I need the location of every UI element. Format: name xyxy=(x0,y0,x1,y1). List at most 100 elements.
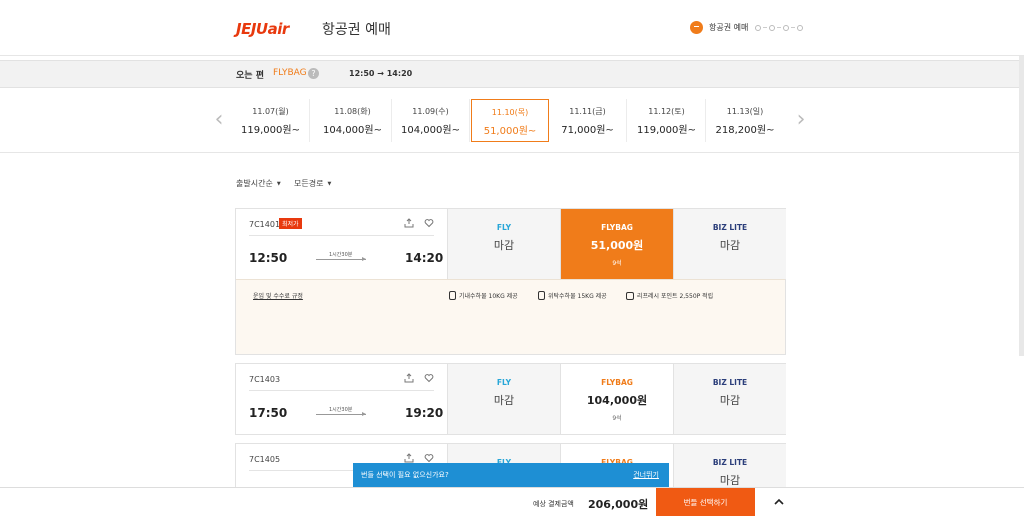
feature-text: 리프레시 포인트 2,550P 적립 xyxy=(637,293,714,300)
share-icon[interactable] xyxy=(404,218,414,228)
step-indicator: 항공권 예매 xyxy=(690,21,804,34)
help-icon[interactable]: ? xyxy=(308,68,319,79)
date-price: 218,200원~ xyxy=(715,125,775,136)
flight-info: 7C1403 17:50 1시간30분 19:20 xyxy=(236,364,447,434)
fare-fly[interactable]: FLY 마감 xyxy=(447,209,560,279)
date-label: 11.09(수) xyxy=(412,107,449,116)
date-price: 104,000원~ xyxy=(401,125,460,136)
flight-number: 7C1405 xyxy=(249,455,281,464)
duration-arrow xyxy=(316,412,366,416)
points-icon xyxy=(626,291,634,300)
fare-name: FLY xyxy=(496,223,512,232)
step-dot xyxy=(755,24,762,31)
date-tab[interactable]: 11.12(토) 119,000원~ xyxy=(628,99,706,142)
select-bundle-button[interactable]: 번들 선택하기 xyxy=(656,488,755,516)
date-price: 119,000원~ xyxy=(637,125,696,136)
fare-price: 마감 xyxy=(719,474,741,487)
fare-biz-lite[interactable]: BIZ LITE 마감 xyxy=(673,364,786,434)
fare-flybag[interactable]: FLYBAG 104,000원 9석 xyxy=(560,364,673,434)
date-label: 11.10(목) xyxy=(491,108,529,117)
heart-icon[interactable] xyxy=(424,218,434,228)
date-label: 11.08(화) xyxy=(334,107,371,116)
chevron-up-icon[interactable] xyxy=(773,496,785,508)
fare-price: 마감 xyxy=(493,239,515,252)
date-tab[interactable]: 11.07(월) 119,000원~ xyxy=(232,99,310,142)
suitcase-icon xyxy=(538,291,545,300)
date-price: 104,000원~ xyxy=(323,125,382,136)
return-time: 12:50 → 14:20 xyxy=(349,69,413,78)
share-icon[interactable] xyxy=(404,373,414,383)
arrival-time: 19:20 xyxy=(405,406,444,420)
fare-price: 마감 xyxy=(493,394,515,407)
bottom-bar: 예상 결제금액 206,000원 번들 선택하기 xyxy=(0,487,1024,516)
date-label: 11.07(월) xyxy=(252,107,289,116)
feature-text: 기내수하물 10KG 제공 xyxy=(459,293,518,300)
return-flight-bar: 오는 편 FLYBAG ? 12:50 → 14:20 xyxy=(0,60,1024,88)
flight-duration: 1시간30분 xyxy=(329,252,353,258)
fare-detail-panel: 운임 및 수수료 규정 기내수하물 10KG 제공 위탁수하물 15KG 제공 … xyxy=(236,279,785,354)
feature-carryon: 기내수하물 10KG 제공 xyxy=(449,291,518,300)
feature-text: 위탁수하물 15KG 제공 xyxy=(548,293,607,300)
heart-icon[interactable] xyxy=(424,453,434,463)
step-label: 항공권 예매 xyxy=(709,23,749,32)
arrival-time: 14:20 xyxy=(405,251,444,265)
fare-name: FLYBAG xyxy=(601,223,633,232)
page-title: 항공권 예매 xyxy=(322,22,391,38)
duration-arrow xyxy=(316,257,366,261)
date-tab-selected[interactable]: 11.10(목) 51,000원~ xyxy=(471,99,549,142)
date-price: 119,000원~ xyxy=(241,125,300,136)
fare-fly[interactable]: FLY 마감 xyxy=(447,364,560,434)
flight-number: 7C1401 xyxy=(249,220,281,229)
step-dots xyxy=(755,24,804,31)
feature-checked: 위탁수하물 15KG 제공 xyxy=(538,291,607,300)
chevron-left-icon[interactable]: ‹ xyxy=(212,107,226,133)
fare-price: 마감 xyxy=(719,394,741,407)
fare-seats: 9석 xyxy=(612,260,622,267)
feature-points: 리프레시 포인트 2,550P 적립 xyxy=(626,291,713,300)
flight-info: 7C1401 최저가 12:50 1시간30분 14:20 xyxy=(236,209,447,279)
total-value: 206,000원 xyxy=(588,498,649,511)
lowest-price-badge: 최저가 xyxy=(279,218,302,229)
return-label: 오는 편 xyxy=(236,71,264,81)
date-tab[interactable]: 11.13(일) 218,200원~ xyxy=(706,99,784,142)
fare-name: FLY xyxy=(496,378,512,387)
fare-price: 51,000원 xyxy=(590,239,644,252)
date-tab[interactable]: 11.11(금) 71,000원~ xyxy=(549,99,627,142)
date-label: 11.11(금) xyxy=(569,107,606,116)
step-dot xyxy=(797,24,804,31)
divider xyxy=(249,390,434,391)
heart-icon[interactable] xyxy=(424,373,434,383)
date-selector: ‹ 11.07(월) 119,000원~ 11.08(화) 104,000원~ … xyxy=(0,89,1024,153)
flight-card: 7C1401 최저가 12:50 1시간30분 14:20 FLY 마감 FLY… xyxy=(235,208,786,355)
fare-name: BIZ LITE xyxy=(712,458,748,467)
return-fare-type: FLYBAG xyxy=(273,68,307,78)
baggage-icon xyxy=(449,291,456,300)
total-label: 예상 결제금액 xyxy=(533,500,574,508)
scrollbar[interactable] xyxy=(1019,56,1024,356)
skip-link[interactable]: 건너뛰기 xyxy=(633,470,659,480)
date-tab[interactable]: 11.08(화) 104,000원~ xyxy=(314,99,392,142)
fare-name: BIZ LITE xyxy=(712,223,748,232)
route-filter-dropdown[interactable]: 모든경로 xyxy=(294,178,331,189)
divider xyxy=(249,235,434,236)
fare-price: 104,000원 xyxy=(586,394,648,407)
step-active-icon xyxy=(690,21,703,34)
fare-biz-lite[interactable]: BIZ LITE 마감 xyxy=(673,209,786,279)
jejuair-logo[interactable]: JEJUair xyxy=(236,20,289,38)
fare-name: FLYBAG xyxy=(601,378,633,387)
departure-time: 17:50 xyxy=(249,406,288,420)
flight-number: 7C1403 xyxy=(249,375,281,384)
departure-time: 12:50 xyxy=(249,251,288,265)
sort-order-dropdown[interactable]: 출발시간순 xyxy=(236,178,281,189)
flight-duration: 1시간30분 xyxy=(329,407,353,413)
chevron-right-icon[interactable]: › xyxy=(794,107,808,133)
date-price: 71,000원~ xyxy=(561,125,614,136)
date-label: 11.12(토) xyxy=(648,107,685,116)
fare-price: 마감 xyxy=(719,239,741,252)
fare-rules-link[interactable]: 운임 및 수수료 규정 xyxy=(253,291,303,300)
bundle-toast: 번들 선택이 필요 없으신가요? 건너뛰기 xyxy=(353,463,669,487)
fare-flybag-selected[interactable]: FLYBAG 51,000원 9석 xyxy=(560,209,673,284)
share-icon[interactable] xyxy=(404,453,414,463)
date-tab[interactable]: 11.09(수) 104,000원~ xyxy=(392,99,470,142)
step-dot xyxy=(783,24,790,31)
